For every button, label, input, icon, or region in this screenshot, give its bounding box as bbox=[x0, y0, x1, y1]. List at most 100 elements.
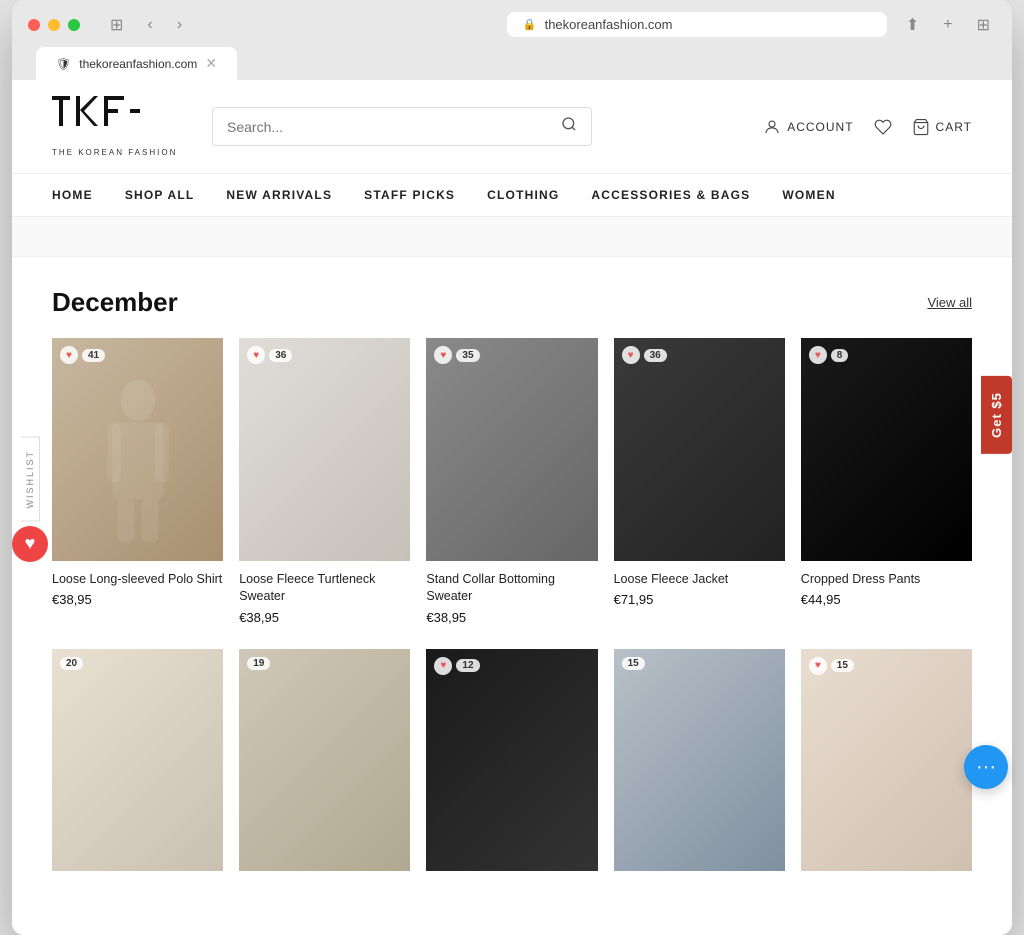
browser-controls: ⊞ ‹ › 🔒 thekoreanfashion.com ⬆ + ⊞ bbox=[28, 12, 996, 37]
heart-count: 15 bbox=[831, 659, 854, 672]
lock-icon: 🔒 bbox=[523, 18, 537, 31]
browser-chrome: ⊞ ‹ › 🔒 thekoreanfashion.com ⬆ + ⊞ 🛡 the… bbox=[12, 0, 1012, 80]
product-card[interactable]: ♥ 36 Loose Fleece Turtleneck Sweater €38… bbox=[239, 338, 410, 625]
product-image-wrap: 20 bbox=[52, 649, 223, 872]
nav-item-staff-picks[interactable]: STAFF PICKS bbox=[364, 174, 455, 216]
tab-bar: 🛡 thekoreanfashion.com ✕ bbox=[28, 47, 996, 80]
grid-button[interactable]: ⊞ bbox=[971, 13, 996, 37]
heart-badge: ♥ 12 bbox=[434, 657, 479, 675]
account-button[interactable]: ACCOUNT bbox=[763, 118, 853, 136]
account-icon bbox=[763, 118, 781, 136]
product-price: €44,95 bbox=[801, 592, 972, 607]
product-price: €38,95 bbox=[239, 610, 410, 625]
active-tab[interactable]: 🛡 thekoreanfashion.com ✕ bbox=[36, 47, 237, 80]
url-text: thekoreanfashion.com bbox=[545, 17, 673, 32]
product-card[interactable]: ♥ 8 Cropped Dress Pants €44,95 bbox=[801, 338, 972, 625]
share-button[interactable]: ⬆ bbox=[900, 13, 925, 37]
tab-favicon: 🛡 bbox=[56, 57, 71, 71]
nav-item-new-arrivals[interactable]: NEW ARRIVALS bbox=[226, 174, 332, 216]
address-bar[interactable]: 🔒 thekoreanfashion.com bbox=[507, 12, 887, 37]
tab-close-button[interactable]: ✕ bbox=[205, 55, 217, 72]
heart-badge: ♥ 35 bbox=[434, 346, 479, 364]
product-image-wrap: ♥ 36 bbox=[239, 338, 410, 561]
logo[interactable]: The Korean Fashion bbox=[52, 96, 192, 157]
heart-count: 19 bbox=[247, 657, 270, 670]
forward-button[interactable]: › bbox=[171, 14, 188, 36]
section-title: December bbox=[52, 287, 178, 318]
store-nav: HOME SHOP ALL NEW ARRIVALS STAFF PICKS C… bbox=[12, 174, 1012, 217]
heart-badge: 20 bbox=[60, 657, 83, 670]
product-name: Loose Long-sleeved Polo Shirt bbox=[52, 571, 223, 589]
heart-count: 8 bbox=[831, 349, 849, 362]
heart-badge: ♥ 15 bbox=[809, 657, 854, 675]
nav-item-shop-all[interactable]: SHOP ALL bbox=[125, 174, 195, 216]
search-button[interactable] bbox=[561, 116, 577, 137]
close-window-button[interactable] bbox=[28, 19, 40, 31]
view-all-link[interactable]: View all bbox=[927, 295, 972, 310]
heart-badge: ♥ 36 bbox=[247, 346, 292, 364]
product-card[interactable]: ♥ 35 Stand Collar Bottoming Sweater €38,… bbox=[426, 338, 597, 625]
wishlist-icon bbox=[874, 118, 892, 136]
product-card[interactable]: ♥ 12 bbox=[426, 649, 597, 882]
product-card[interactable]: 15 bbox=[614, 649, 785, 882]
product-image-wrap: ♥ 36 bbox=[614, 338, 785, 561]
nav-item-home[interactable]: HOME bbox=[52, 174, 93, 216]
heart-icon: ♥ bbox=[434, 657, 452, 675]
product-card[interactable]: ♥ 15 bbox=[801, 649, 972, 882]
search-icon bbox=[561, 116, 577, 132]
nav-item-women[interactable]: WOMEN bbox=[782, 174, 835, 216]
wishlist-button[interactable] bbox=[874, 118, 892, 136]
store-header: The Korean Fashion bbox=[12, 80, 1012, 174]
get5-promo-button[interactable]: Get $5 bbox=[981, 376, 1012, 454]
nav-item-clothing[interactable]: CLOTHING bbox=[487, 174, 559, 216]
website-content: The Korean Fashion bbox=[12, 80, 1012, 935]
maximize-window-button[interactable] bbox=[68, 19, 80, 31]
product-image-wrap: ♥ 8 bbox=[801, 338, 972, 561]
cart-button[interactable]: CART bbox=[912, 118, 972, 136]
heart-icon: ♥ bbox=[434, 346, 452, 364]
heart-icon: ♥ bbox=[809, 657, 827, 675]
search-input[interactable] bbox=[227, 119, 551, 135]
heart-icon: ♥ bbox=[809, 346, 827, 364]
product-image-wrap: ♥ 35 bbox=[426, 338, 597, 561]
browser-window: ⊞ ‹ › 🔒 thekoreanfashion.com ⬆ + ⊞ 🛡 the… bbox=[12, 0, 1012, 935]
back-button[interactable]: ‹ bbox=[141, 14, 158, 36]
heart-count: 15 bbox=[622, 657, 645, 670]
heart-badge: 15 bbox=[622, 657, 645, 670]
product-price: €38,95 bbox=[426, 610, 597, 625]
product-image-wrap: 15 bbox=[614, 649, 785, 872]
heart-icon: ♥ bbox=[60, 346, 78, 364]
address-bar-wrapper: 🔒 thekoreanfashion.com bbox=[502, 12, 892, 37]
heart-badge: 19 bbox=[247, 657, 270, 670]
search-bar-wrap bbox=[212, 107, 592, 146]
tab-title: thekoreanfashion.com bbox=[79, 57, 197, 71]
banner-area bbox=[12, 217, 1012, 257]
heart-badge: ♥ 36 bbox=[622, 346, 667, 364]
account-label: ACCOUNT bbox=[787, 120, 853, 134]
browser-actions: ⬆ + ⊞ bbox=[900, 13, 996, 37]
product-name: Loose Fleece Jacket bbox=[614, 571, 785, 589]
wishlist-label: WISHLIST bbox=[21, 437, 40, 522]
wishlist-sidebar: WISHLIST ♥ bbox=[12, 437, 48, 562]
chat-button[interactable]: ··· bbox=[964, 745, 1008, 789]
nav-item-accessories[interactable]: ACCESSORIES & BAGS bbox=[591, 174, 750, 216]
product-card[interactable]: 19 bbox=[239, 649, 410, 882]
product-price: €71,95 bbox=[614, 592, 785, 607]
header-actions: ACCOUNT CART bbox=[763, 118, 972, 136]
logo-subtitle: The Korean Fashion bbox=[52, 148, 177, 157]
heart-count: 12 bbox=[456, 659, 479, 672]
sidebar-toggle-button[interactable]: ⊞ bbox=[104, 13, 129, 37]
minimize-window-button[interactable] bbox=[48, 19, 60, 31]
product-grid-row2: 20 19 ♥ bbox=[52, 649, 972, 882]
wishlist-heart-button[interactable]: ♥ bbox=[12, 526, 48, 562]
heart-count: 35 bbox=[456, 349, 479, 362]
product-figure bbox=[86, 360, 189, 560]
chat-icon: ··· bbox=[976, 756, 996, 779]
heart-count: 36 bbox=[644, 349, 667, 362]
heart-count: 36 bbox=[269, 349, 292, 362]
product-card[interactable]: ♥ 36 Loose Fleece Jacket €71,95 bbox=[614, 338, 785, 625]
product-card[interactable]: ♥ 41 Loose Long-sleeved Polo Shirt bbox=[52, 338, 223, 625]
new-tab-button[interactable]: + bbox=[937, 14, 958, 36]
logo-main bbox=[52, 96, 142, 146]
product-card[interactable]: 20 bbox=[52, 649, 223, 882]
